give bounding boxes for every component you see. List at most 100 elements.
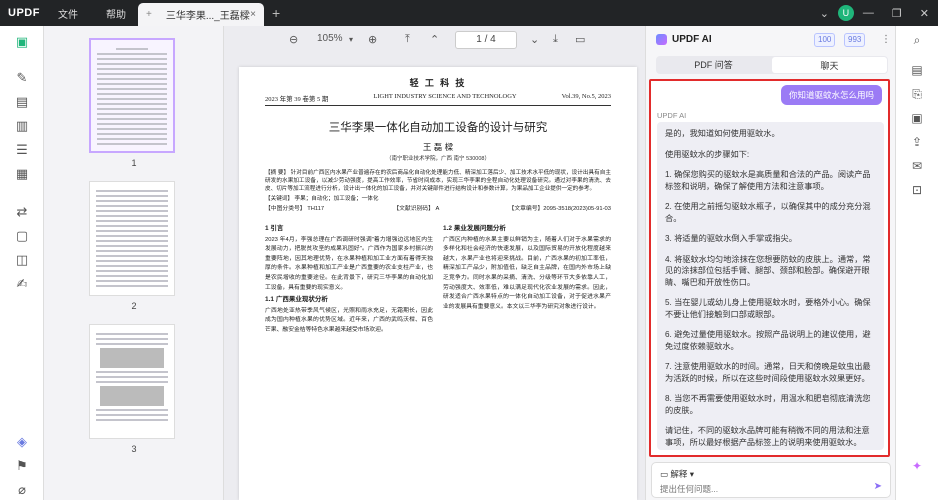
ai-assistant-icon[interactable]: ✦: [909, 458, 925, 474]
answer-paragraph: 使用驱蚊水的步骤如下:: [665, 149, 750, 159]
paper-author: 王 磊 樑: [422, 142, 454, 152]
ai-panel: UPDF AI 100 993 ⋮ PDF 问答 聊天 你知道驱蚊水怎么用吗 U…: [645, 26, 895, 500]
body-paragraph: 2023 年4月，李强总理在广西调研时强调"着力增强边远地区内生发展动力，把脱贫…: [265, 236, 433, 291]
mail-icon[interactable]: ✉: [909, 158, 925, 174]
zoom-in-icon[interactable]: ⊕: [368, 33, 377, 46]
ocr-icon[interactable]: ▦: [14, 166, 30, 182]
section-heading: 1.2 果业发展问题分析: [443, 225, 506, 232]
comment-icon[interactable]: ✎: [14, 70, 30, 86]
body-paragraph: 广西地处亚热带季风气候区，光照和雨水充足，无霜期长，因此成为国内种植水果的优势区…: [265, 307, 433, 333]
signature-icon[interactable]: ✍: [14, 276, 30, 292]
zoom-out-icon[interactable]: ⊖: [289, 33, 298, 46]
chat-input[interactable]: [660, 484, 860, 494]
right-toolbar: ⌕ ▤ ⎘ ▣ ⇪ ✉ ⊡ ✦: [895, 26, 938, 500]
menu-file[interactable]: 文件: [44, 6, 92, 21]
document-tab[interactable]: + 三华李果..._王磊樑 ×: [138, 3, 264, 26]
thumbnail-label-3: 3: [131, 444, 137, 454]
thumbnail-panel: 1 2 3: [44, 26, 224, 500]
search-icon[interactable]: ⌕: [909, 32, 925, 48]
doc-code: 【文献识别码】 A: [393, 206, 440, 212]
answer-paragraph: 1. 确保您购买的驱蚊水是高质量和合法的产品。阅读产品标签和说明，确保了解使用方…: [665, 170, 871, 191]
journal-name: 轻 工 科 技: [409, 78, 467, 88]
tab-chat[interactable]: 聊天: [772, 57, 887, 73]
bookmark-icon[interactable]: ⚑: [14, 458, 30, 474]
zoom-dropdown-icon[interactable]: ▾: [349, 35, 353, 44]
chat-highlight-box: 你知道驱蚊水怎么用吗 UPDF AI 是的，我知道如何使用驱蚊水。 使用驱蚊水的…: [649, 79, 890, 457]
ai-panel-header: UPDF AI: [656, 34, 712, 45]
section-heading: 1 引言: [265, 225, 284, 232]
avatar[interactable]: U: [837, 5, 854, 21]
class-number: 【中图分类号】 TH117: [265, 206, 325, 212]
export-icon[interactable]: ⎘: [909, 86, 925, 102]
body-column-right: 1.2 果业发展问题分析 广西区内种植的水果主要以鲜销为主，随着人们对于水果需求…: [443, 222, 611, 336]
issue-right: Vol.39, No.5, 2023: [561, 93, 611, 100]
menu-help[interactable]: 帮助: [92, 6, 140, 21]
protect-icon[interactable]: ▢: [14, 228, 30, 244]
zoom-level[interactable]: 105%: [317, 33, 343, 44]
scan-icon[interactable]: ▤: [909, 62, 925, 78]
title-bar: UPDF 文件 帮助 + 三华李果..._王磊樑 × + ⌄ U — ❐ ✕: [0, 0, 938, 26]
chat-input-box: ▭ 解释 ▾ ➤: [651, 462, 891, 498]
presentation-icon[interactable]: ▭: [575, 33, 585, 46]
explain-mode-selector[interactable]: ▭ 解释 ▾: [660, 468, 694, 480]
first-page-icon[interactable]: ⤒: [405, 33, 410, 46]
document-area: ⊖ 105% ▾ ⊕ ⤒ ⌃ 1 / 4 ⌄ ⤓ ▭ 轻 工 科 技 2023 …: [225, 26, 644, 500]
tab-close-icon[interactable]: ×: [250, 9, 256, 20]
thumbnail-label-2: 2: [131, 301, 137, 311]
user-question-bubble: 你知道驱蚊水怎么用吗: [780, 85, 882, 105]
tab-title: 三华李果..._王磊樑: [165, 11, 250, 22]
close-window-icon[interactable]: ✕: [920, 7, 929, 20]
issue-left: 2023 年第 39 卷第 5 期: [265, 96, 329, 103]
convert-icon[interactable]: ⇄: [14, 204, 30, 220]
organize-pages-icon[interactable]: ▥: [14, 118, 30, 134]
share-icon[interactable]: ⇪: [909, 134, 925, 150]
paper-affiliation: （南宁职业技术学院，广西 南宁 530008）: [386, 156, 490, 162]
classification-row: 【中图分类号】 TH117 【文献识别码】 A 【文章编号】2095-3518(…: [265, 203, 611, 212]
answer-paragraph: 请记住，不同的驱蚊水品牌可能有稍微不同的用法和注意事项，所以最好根据产品标签上的…: [665, 426, 870, 447]
body-column-left: 1 引言 2023 年4月，李强总理在广西调研时强调"着力增强边远地区内生发展动…: [265, 222, 433, 336]
journal-header: 2023 年第 39 卷第 5 期 LIGHT INDUSTRY SCIENCE…: [265, 93, 611, 106]
answer-paragraph: 6. 避免过量使用驱蚊水。按照产品说明上的建议使用，避免过度依赖驱蚊水。: [665, 330, 871, 351]
app-logo: UPDF: [8, 7, 40, 19]
layers-icon[interactable]: ◈: [14, 434, 30, 450]
pdf-page: 轻 工 科 技 2023 年第 39 卷第 5 期 LIGHT INDUSTRY…: [239, 67, 637, 500]
last-page-icon[interactable]: ⤓: [553, 33, 558, 46]
edit-pdf-icon[interactable]: ▤: [14, 94, 30, 110]
minimize-icon[interactable]: —: [863, 7, 874, 19]
page-number-input[interactable]: 1 / 4: [455, 31, 517, 49]
explain-label: 解释: [670, 469, 688, 479]
attachment-icon[interactable]: ⌀: [14, 482, 30, 498]
tab-pdf-qa[interactable]: PDF 问答: [656, 56, 771, 74]
ai-panel-title: UPDF AI: [672, 34, 712, 45]
thumbnail-page-1[interactable]: [89, 38, 175, 153]
form-icon[interactable]: ☰: [14, 142, 30, 158]
answer-paragraph: 4. 将驱蚊水均匀地涂抹在您想要防蚊的皮肤上。通常，常见的涂抹部位包括手臂、腿部…: [665, 254, 871, 287]
paper-abstract: 【摘 要】 针对目前广西区内水果产业普遍存在的农后商品化自动化处理能力低、精深加…: [265, 170, 611, 192]
save-icon[interactable]: ⊡: [909, 182, 925, 198]
answer-paragraph: 7. 注意使用驱蚊水的时间。通常，日天和傍晚是蚊虫出最为活跃的时候，所以在这些时…: [665, 362, 871, 383]
answer-paragraph: 是的，我知道如何使用驱蚊水。: [665, 129, 780, 138]
reader-icon[interactable]: ▣: [14, 34, 30, 50]
tab-add-icon[interactable]: +: [146, 9, 152, 20]
answer-paragraph: 2. 在使用之前摇匀驱蚊水瓶子，以确保其中的成分充分混合。: [665, 202, 871, 223]
send-icon[interactable]: ➤: [874, 481, 882, 492]
credit-badge-1: 100: [814, 33, 836, 47]
ai-answer: 是的，我知道如何使用驱蚊水。 使用驱蚊水的步骤如下: 1. 确保您购买的驱蚊水是…: [657, 122, 884, 450]
thumbnail-page-3[interactable]: [89, 324, 175, 439]
chevron-down-icon[interactable]: ⌄: [820, 7, 829, 20]
body-paragraph: 广西区内种植的水果主要以鲜销为主，随着人们对于水果需求的多样化和社会经济的快速发…: [443, 236, 611, 310]
credit-badge-2: 993: [844, 33, 866, 47]
ai-mode-tabs: PDF 问答 聊天: [656, 56, 888, 74]
prev-page-icon[interactable]: ⌃: [430, 33, 439, 46]
restore-icon[interactable]: ❐: [892, 7, 902, 20]
answer-paragraph: 5. 当在婴儿或幼儿身上使用驱蚊水时，要格外小心。确保不要让他们接触到口部或眼部…: [665, 298, 871, 319]
paper-title: 三华李果一体化自动加工设备的设计与研究: [328, 122, 548, 134]
ai-response-label: UPDF AI: [657, 111, 687, 120]
next-page-icon[interactable]: ⌄: [530, 33, 539, 46]
left-toolbar: ▣ ✎ ▤ ▥ ☰ ▦ ⇄ ▢ ◫ ✍ ◈ ⚑ ⌀: [0, 26, 44, 500]
compress-icon[interactable]: ▣: [909, 110, 925, 126]
new-tab-button[interactable]: +: [272, 5, 280, 21]
stamp-icon[interactable]: ◫: [14, 252, 30, 268]
more-icon[interactable]: ⋮: [881, 34, 891, 45]
thumbnail-page-2[interactable]: [89, 181, 175, 296]
